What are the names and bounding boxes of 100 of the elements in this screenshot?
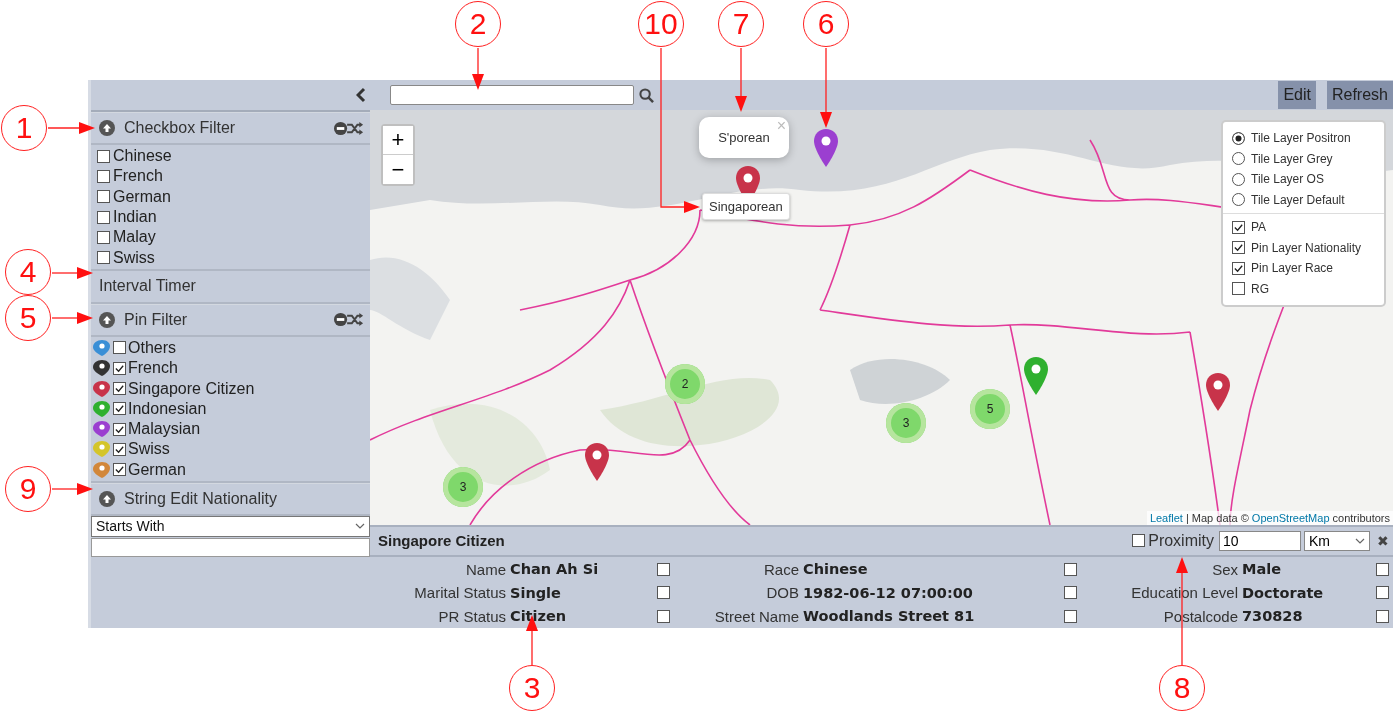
checkbox[interactable] — [97, 251, 110, 265]
search-icon[interactable] — [639, 87, 654, 103]
checkbox[interactable] — [1376, 586, 1389, 600]
toolbar-button[interactable]: Refresh — [1326, 81, 1393, 109]
callout-arrow — [51, 312, 93, 324]
checkbox[interactable] — [656, 562, 670, 576]
callout-arrow — [735, 47, 747, 112]
field-value: Citizen — [510, 608, 568, 625]
checkbox[interactable] — [97, 190, 110, 204]
filter-label[interactable]: Swiss — [113, 248, 155, 267]
callout-number: 9 — [5, 466, 51, 512]
filter-label[interactable]: Indian — [113, 208, 157, 227]
callout-number: 5 — [5, 295, 51, 341]
circle-up-icon[interactable] — [99, 490, 115, 507]
filter-label[interactable]: German — [128, 460, 186, 479]
layer-label[interactable]: Tile Layer Positron — [1251, 131, 1351, 146]
checkbox[interactable] — [113, 341, 126, 355]
checkbox[interactable] — [113, 442, 126, 456]
popup-text: S'porean — [718, 130, 770, 145]
checkbox[interactable] — [113, 382, 126, 395]
callout-number: 2 — [455, 1, 501, 47]
map-pin-icon[interactable] — [1205, 372, 1231, 412]
input-field[interactable] — [91, 537, 370, 557]
close-button[interactable]: ✖ — [1377, 532, 1389, 549]
zoom-in-button[interactable]: + — [383, 126, 413, 155]
proximity-label[interactable]: Proximity — [1148, 531, 1214, 550]
checkbox[interactable] — [656, 609, 670, 623]
section-title: Interval Timer — [99, 277, 196, 296]
checkbox[interactable] — [1376, 609, 1389, 623]
map-pin-icon[interactable] — [584, 442, 610, 482]
filter-label[interactable]: Others — [128, 338, 176, 357]
layer-label[interactable]: RG — [1251, 281, 1269, 296]
field-label: PR Status — [437, 607, 507, 625]
field-value: Single — [510, 584, 562, 601]
checkbox[interactable] — [1376, 562, 1389, 576]
match-mode-select[interactable]: Starts With — [91, 515, 370, 537]
checkbox[interactable] — [656, 586, 670, 600]
chevron-left-icon[interactable] — [356, 87, 366, 103]
details-title: Singapore Citizen — [378, 532, 506, 550]
map-pin-icon[interactable] — [1023, 356, 1049, 396]
distance-field[interactable]: 10 — [1219, 530, 1301, 551]
layer-label[interactable]: PA — [1251, 220, 1267, 235]
section-title: Checkbox Filter — [124, 119, 237, 137]
field-label: Street Name — [713, 607, 800, 625]
field-value: Chinese — [803, 561, 869, 578]
field-value: 1982-06-12 07:00:00 — [803, 584, 974, 601]
checkbox[interactable] — [113, 402, 126, 416]
layer-label[interactable]: Pin Layer Nationality — [1251, 240, 1362, 255]
caret-icon — [355, 523, 365, 530]
checkbox[interactable] — [1063, 586, 1077, 600]
checkbox[interactable] — [1232, 282, 1245, 296]
filter-label[interactable]: Chinese — [113, 147, 172, 166]
filter-label[interactable]: Swiss — [128, 440, 170, 459]
section-title: Pin Filter — [124, 310, 189, 329]
filter-label[interactable]: Indonesian — [128, 399, 207, 418]
checkbox[interactable] — [1232, 220, 1245, 234]
field-label: Name — [465, 560, 507, 578]
filter-label[interactable]: Singapore Citizen — [128, 379, 255, 398]
layer-label[interactable]: Tile Layer Grey — [1251, 151, 1333, 166]
callout-number: 4 — [5, 249, 51, 295]
field-label: Sex — [1211, 560, 1239, 578]
checkbox[interactable] — [97, 149, 110, 163]
layer-label[interactable]: Tile Layer Default — [1251, 192, 1345, 207]
tooltip: Singaporean — [702, 193, 790, 220]
checkbox[interactable] — [97, 169, 110, 183]
callout-arrow — [51, 483, 93, 495]
checkbox[interactable] — [97, 230, 110, 244]
filter-label[interactable]: Malay — [113, 228, 156, 247]
layer-label[interactable]: Pin Layer Race — [1251, 261, 1334, 276]
checkbox[interactable] — [97, 210, 110, 224]
field-value: Male — [1242, 561, 1283, 578]
search-field[interactable] — [390, 85, 634, 105]
checkbox[interactable] — [1132, 534, 1146, 548]
checkbox[interactable] — [1063, 609, 1077, 623]
link[interactable]: OpenStreetMap — [1251, 512, 1330, 524]
checkbox[interactable] — [113, 463, 126, 477]
filter-label[interactable]: French — [113, 167, 163, 186]
checkbox[interactable] — [113, 361, 126, 375]
layer-label[interactable]: Tile Layer OS — [1251, 172, 1324, 187]
callout-number: 3 — [509, 665, 555, 711]
toolbar-button[interactable]: Edit — [1278, 81, 1316, 109]
checkbox[interactable] — [113, 422, 126, 436]
minus-shuffle-icon[interactable] — [334, 120, 364, 136]
unit-select[interactable]: Km — [1304, 530, 1370, 551]
filter-label[interactable]: Malaysian — [128, 420, 201, 439]
callout-number: 7 — [718, 1, 764, 47]
callout-arrow — [472, 47, 484, 90]
link[interactable]: Leaflet — [1149, 512, 1183, 524]
map-pin-icon[interactable] — [813, 128, 839, 168]
checkbox[interactable] — [1232, 241, 1245, 255]
circle-up-icon[interactable] — [99, 311, 115, 328]
minus-shuffle-icon[interactable] — [334, 312, 364, 328]
filter-label[interactable]: German — [113, 187, 171, 206]
field-value: Chan Ah Si — [510, 561, 600, 578]
radio-button[interactable] — [1232, 131, 1245, 145]
checkbox[interactable] — [1063, 562, 1077, 576]
callout-number: 1 — [1, 105, 47, 151]
filter-label[interactable]: French — [128, 359, 178, 378]
checkbox[interactable] — [1232, 261, 1245, 275]
circle-up-icon[interactable] — [99, 120, 115, 136]
